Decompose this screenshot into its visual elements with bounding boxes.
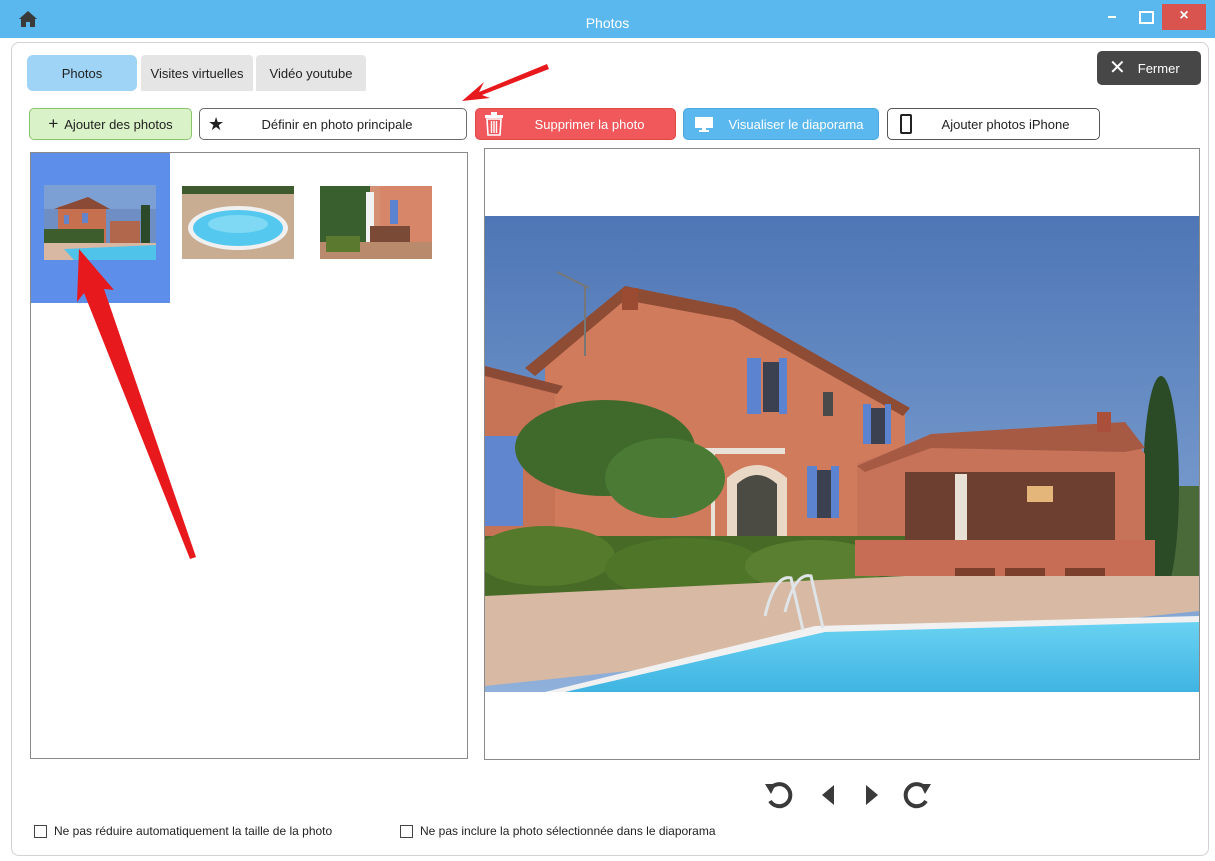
title-bar: Photos × (0, 0, 1215, 38)
window-close-button[interactable]: × (1162, 4, 1206, 30)
photo-preview (484, 148, 1200, 760)
rotate-right-icon[interactable] (900, 778, 934, 812)
exclude-from-slideshow-checkbox[interactable]: Ne pas inclure la photo sélectionnée dan… (400, 824, 716, 838)
set-main-photo-button[interactable]: ★ Définir en photo principale (199, 108, 467, 140)
plus-icon: + (48, 114, 59, 133)
add-iphone-photos-label: Ajouter photos iPhone (941, 116, 1070, 132)
thumbnail-pool[interactable] (182, 186, 294, 259)
delete-photo-label: Supprimer la photo (534, 116, 645, 132)
add-photos-label: Ajouter des photos (64, 116, 173, 132)
prev-icon[interactable] (818, 778, 838, 812)
close-glyph: × (1179, 7, 1189, 24)
delete-photo-button[interactable]: Supprimer la photo (475, 108, 676, 140)
slideshow-button[interactable]: Visualiser le diaporama (683, 108, 879, 140)
tab-visites-virtuelles[interactable]: Visites virtuelles (141, 55, 253, 91)
monitor-icon (695, 117, 713, 132)
checkbox-box[interactable] (34, 824, 47, 838)
close-button-label: Fermer (1137, 60, 1180, 76)
thumbnail-list[interactable] (30, 152, 468, 759)
no-resize-checkbox[interactable]: Ne pas réduire automatiquement la taille… (34, 824, 332, 838)
add-photos-button[interactable]: + Ajouter des photos (29, 108, 192, 140)
preview-image-house-with-pool (485, 216, 1199, 692)
close-button[interactable]: ✕ Fermer (1097, 51, 1201, 85)
tab-photos[interactable]: Photos (27, 55, 137, 91)
checkbox-box[interactable] (400, 824, 413, 838)
set-main-photo-label: Définir en photo principale (261, 116, 413, 132)
thumbnail-house-with-pool[interactable] (44, 185, 156, 260)
no-resize-label: Ne pas réduire automatiquement la taille… (54, 824, 333, 838)
slideshow-label: Visualiser le diaporama (728, 116, 864, 132)
tab-video-youtube[interactable]: Vidéo youtube (256, 55, 366, 91)
thumbnail-terrace[interactable] (320, 186, 432, 259)
maximize-button[interactable] (1128, 4, 1162, 30)
window-title: Photos (585, 15, 630, 31)
rotate-left-icon[interactable] (762, 778, 796, 812)
star-icon: ★ (208, 113, 225, 134)
close-icon: ✕ (1109, 57, 1126, 79)
next-icon[interactable] (862, 778, 882, 812)
phone-icon (900, 114, 912, 134)
trash-icon (485, 112, 503, 136)
add-iphone-photos-button[interactable]: Ajouter photos iPhone (887, 108, 1100, 140)
exclude-from-slideshow-label: Ne pas inclure la photo sélectionnée dan… (420, 824, 716, 838)
minimize-button[interactable] (1094, 4, 1128, 30)
